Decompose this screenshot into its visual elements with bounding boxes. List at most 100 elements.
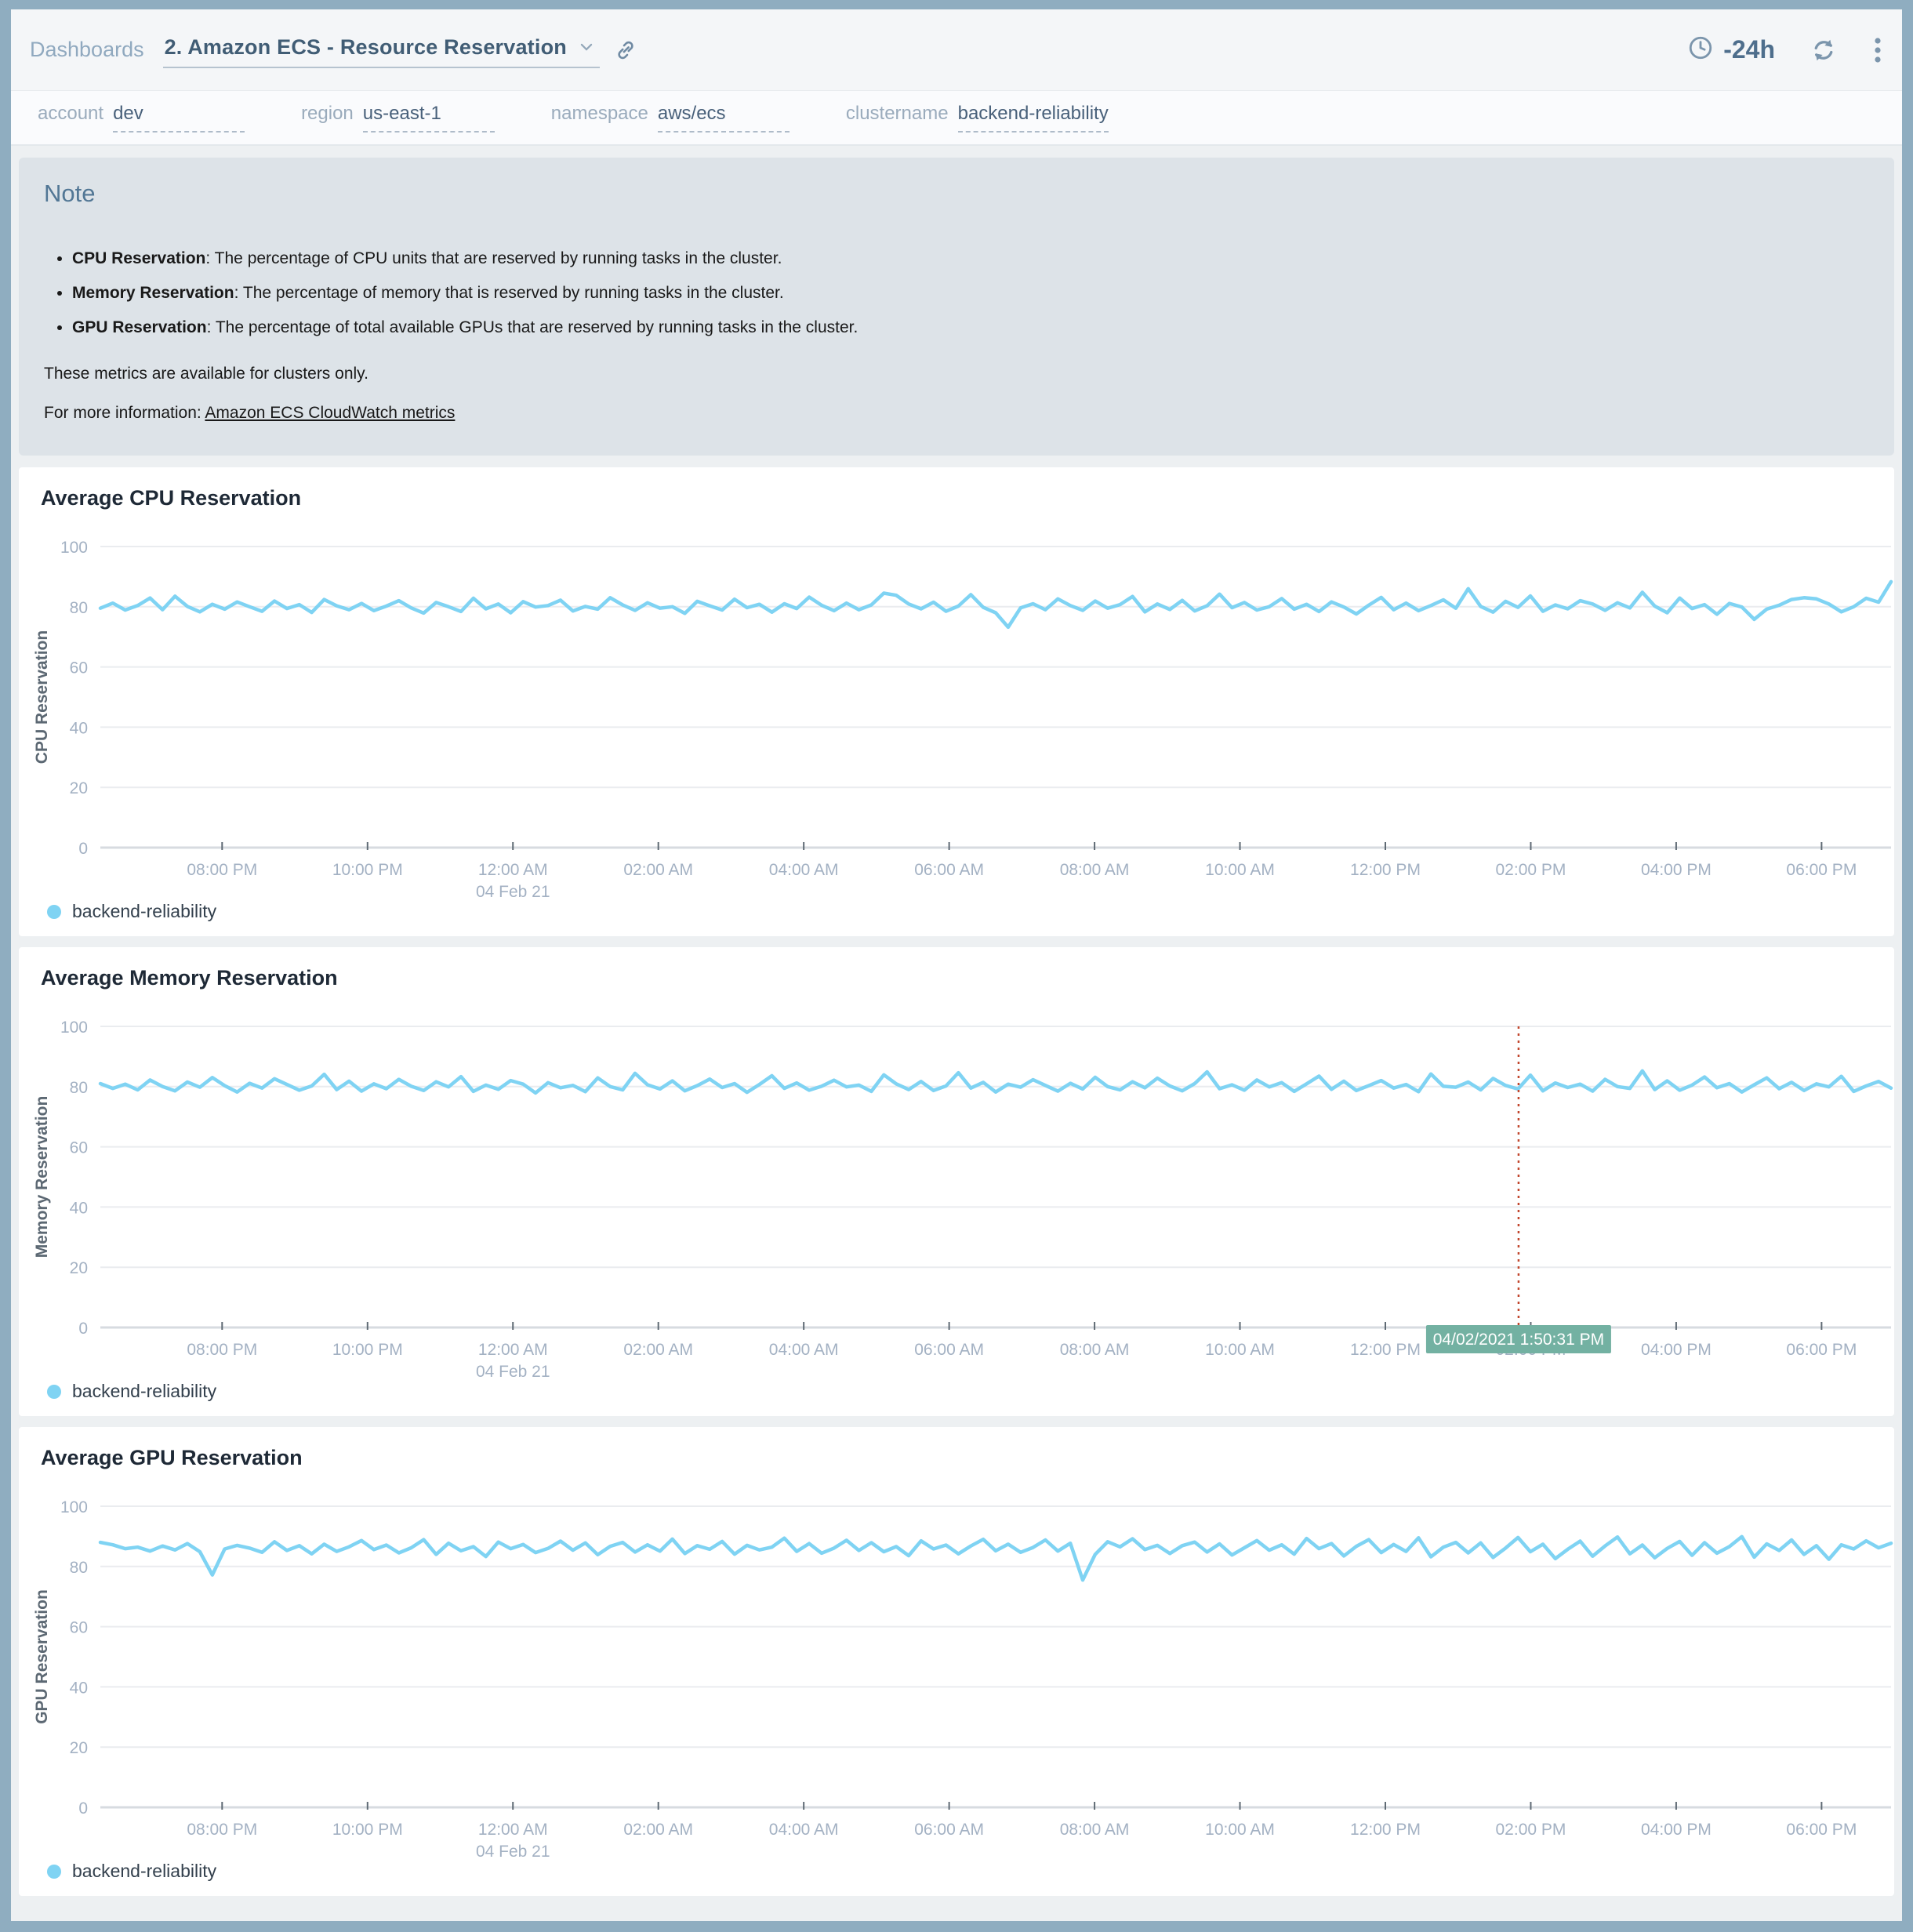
legend-series-dot bbox=[47, 1865, 61, 1879]
legend-item[interactable]: backend-reliability bbox=[19, 901, 216, 922]
filter-account-value[interactable]: dev bbox=[113, 103, 245, 133]
x-tick-label: 10:00 PM bbox=[332, 1341, 403, 1359]
x-tick-label: 04:00 AM bbox=[769, 861, 839, 879]
legend-series-label: backend-reliability bbox=[72, 1381, 216, 1402]
x-tick-label: 06:00 AM bbox=[914, 861, 984, 879]
refresh-icon[interactable] bbox=[1810, 36, 1838, 64]
x-tick-label: 12:00 PM bbox=[1350, 861, 1421, 879]
y-tick-label: 100 bbox=[60, 1019, 88, 1037]
y-tick-label: 100 bbox=[60, 1498, 88, 1516]
note-more-info: For more information: Amazon ECS CloudWa… bbox=[44, 404, 1875, 423]
series-line bbox=[100, 1537, 1891, 1580]
share-link-icon[interactable] bbox=[614, 38, 637, 62]
filter-namespace-value[interactable]: aws/ecs bbox=[658, 103, 790, 133]
x-tick-label: 10:00 PM bbox=[332, 1821, 403, 1839]
x-tick-label: 12:00 AM bbox=[478, 1821, 548, 1839]
chart-title: Average CPU Reservation bbox=[41, 486, 1894, 510]
y-axis-label: Memory Reservation bbox=[33, 1096, 51, 1258]
filter-region-value[interactable]: us-east-1 bbox=[363, 103, 495, 133]
legend-series-dot bbox=[47, 1385, 61, 1399]
x-tick-label: 10:00 AM bbox=[1205, 1341, 1275, 1359]
panel-avg-gpu-reservation: Average GPU Reservation 020406080100GPU … bbox=[19, 1427, 1894, 1896]
x-tick-label: 08:00 PM bbox=[187, 1821, 257, 1839]
x-tick-label: 08:00 PM bbox=[187, 1341, 257, 1359]
filter-label: account bbox=[38, 103, 103, 125]
note-bullet-cpu: CPU Reservation: The percentage of CPU u… bbox=[72, 249, 1875, 269]
time-range-control[interactable]: -24h bbox=[1687, 34, 1775, 65]
x-tick-label: 04:00 PM bbox=[1641, 1821, 1712, 1839]
y-tick-label: 60 bbox=[70, 1139, 88, 1157]
y-tick-label: 0 bbox=[78, 1320, 88, 1338]
chart-title: Average GPU Reservation bbox=[41, 1446, 1894, 1470]
crosshair-timestamp-text: 04/02/2021 1:50:31 PM bbox=[1433, 1331, 1604, 1349]
x-tick-label: 04:00 PM bbox=[1641, 861, 1712, 879]
y-tick-label: 80 bbox=[70, 1079, 88, 1097]
note-bullet-gpu: GPU Reservation: The percentage of total… bbox=[72, 318, 1875, 338]
dashboard-body: Note CPU Reservation: The percentage of … bbox=[11, 146, 1902, 1896]
x-tick-label: 04:00 PM bbox=[1641, 1341, 1712, 1359]
note-panel: Note CPU Reservation: The percentage of … bbox=[19, 158, 1894, 456]
series-line bbox=[100, 582, 1891, 627]
x-tick-label: 02:00 AM bbox=[623, 861, 693, 879]
y-tick-label: 80 bbox=[70, 1559, 88, 1577]
page-title: 2. Amazon ECS - Resource Reservation bbox=[165, 35, 567, 60]
chevron-down-icon[interactable] bbox=[578, 38, 595, 60]
x-tick-label: 06:00 PM bbox=[1786, 1341, 1857, 1359]
gpu-reservation-chart[interactable]: 020406080100GPU Reservation08:00 PM10:00… bbox=[19, 1483, 1894, 1858]
x-tick-sub-label: 04 Feb 21 bbox=[476, 883, 550, 898]
legend-series-label: backend-reliability bbox=[72, 1861, 216, 1882]
y-tick-label: 20 bbox=[70, 1739, 88, 1757]
filter-bar: account dev region us-east-1 namespace a… bbox=[11, 91, 1902, 146]
filter-clustername: clustername backend-reliability bbox=[846, 103, 1109, 133]
y-tick-label: 60 bbox=[70, 659, 88, 677]
x-tick-label: 02:00 AM bbox=[623, 1341, 693, 1359]
x-tick-label: 06:00 PM bbox=[1786, 1821, 1857, 1839]
memory-reservation-chart[interactable]: 0 20 40 60 80 100 Memory Reservation 08:00 PM 10… bbox=[19, 1003, 1894, 1378]
x-tick-label: 08:00 PM bbox=[187, 861, 257, 879]
y-tick-label: 60 bbox=[70, 1619, 88, 1637]
x-tick-label: 06:00 AM bbox=[914, 1341, 984, 1359]
filter-label: region bbox=[301, 103, 354, 125]
note-list: CPU Reservation: The percentage of CPU u… bbox=[38, 249, 1875, 338]
x-tick-label: 06:00 AM bbox=[914, 1821, 984, 1839]
cloudwatch-metrics-link[interactable]: Amazon ECS CloudWatch metrics bbox=[205, 404, 455, 422]
chart-title: Average Memory Reservation bbox=[41, 966, 1894, 990]
legend-item[interactable]: backend-reliability bbox=[19, 1381, 216, 1402]
filter-account: account dev bbox=[38, 103, 245, 133]
dashboard-app: Dashboards 2. Amazon ECS - Resource Rese… bbox=[11, 9, 1902, 1921]
y-tick-label: 40 bbox=[70, 1199, 88, 1217]
x-tick-label: 10:00 AM bbox=[1205, 861, 1275, 879]
clock-icon bbox=[1687, 34, 1714, 65]
y-tick-label: 0 bbox=[78, 840, 88, 858]
legend-item[interactable]: backend-reliability bbox=[19, 1861, 216, 1882]
x-tick-label: 12:00 AM bbox=[478, 1341, 548, 1359]
note-footer-text: These metrics are available for clusters… bbox=[44, 365, 1875, 383]
y-tick-label: 40 bbox=[70, 719, 88, 737]
x-tick-label: 04:00 AM bbox=[769, 1821, 839, 1839]
x-tick-sub-label: 04 Feb 21 bbox=[476, 1363, 550, 1378]
y-tick-label: 20 bbox=[70, 1259, 88, 1277]
window-frame: Dashboards 2. Amazon ECS - Resource Rese… bbox=[0, 0, 1913, 1932]
x-tick-label: 12:00 AM bbox=[478, 861, 548, 879]
filter-namespace: namespace aws/ecs bbox=[551, 103, 790, 133]
dashboard-title-dropdown[interactable]: 2. Amazon ECS - Resource Reservation bbox=[163, 32, 600, 68]
filter-region: region us-east-1 bbox=[301, 103, 495, 133]
x-tick-label: 12:00 PM bbox=[1350, 1821, 1421, 1839]
legend-series-dot bbox=[47, 905, 61, 919]
y-axis-label: CPU Reservation bbox=[33, 630, 51, 764]
y-axis-label: GPU Reservation bbox=[33, 1589, 51, 1724]
y-tick-label: 100 bbox=[60, 539, 88, 557]
filter-clustername-value[interactable]: backend-reliability bbox=[958, 103, 1109, 133]
x-tick-label: 08:00 AM bbox=[1060, 861, 1130, 879]
panel-avg-cpu-reservation: Average CPU Reservation 020406080100CPU … bbox=[19, 467, 1894, 936]
x-tick-label: 02:00 PM bbox=[1496, 861, 1566, 879]
panel-avg-memory-reservation: Average Memory Reservation 0 20 40 60 80 100 M… bbox=[19, 947, 1894, 1416]
series-line bbox=[100, 1071, 1891, 1093]
x-tick-label: 10:00 AM bbox=[1205, 1821, 1275, 1839]
kebab-menu-icon[interactable] bbox=[1872, 36, 1883, 64]
x-tick-label: 08:00 AM bbox=[1060, 1341, 1130, 1359]
x-tick-label: 02:00 AM bbox=[623, 1821, 693, 1839]
y-tick-label: 80 bbox=[70, 599, 88, 617]
x-tick-label: 06:00 PM bbox=[1786, 861, 1857, 879]
cpu-reservation-chart[interactable]: 020406080100CPU Reservation08:00 PM10:00… bbox=[19, 523, 1894, 898]
